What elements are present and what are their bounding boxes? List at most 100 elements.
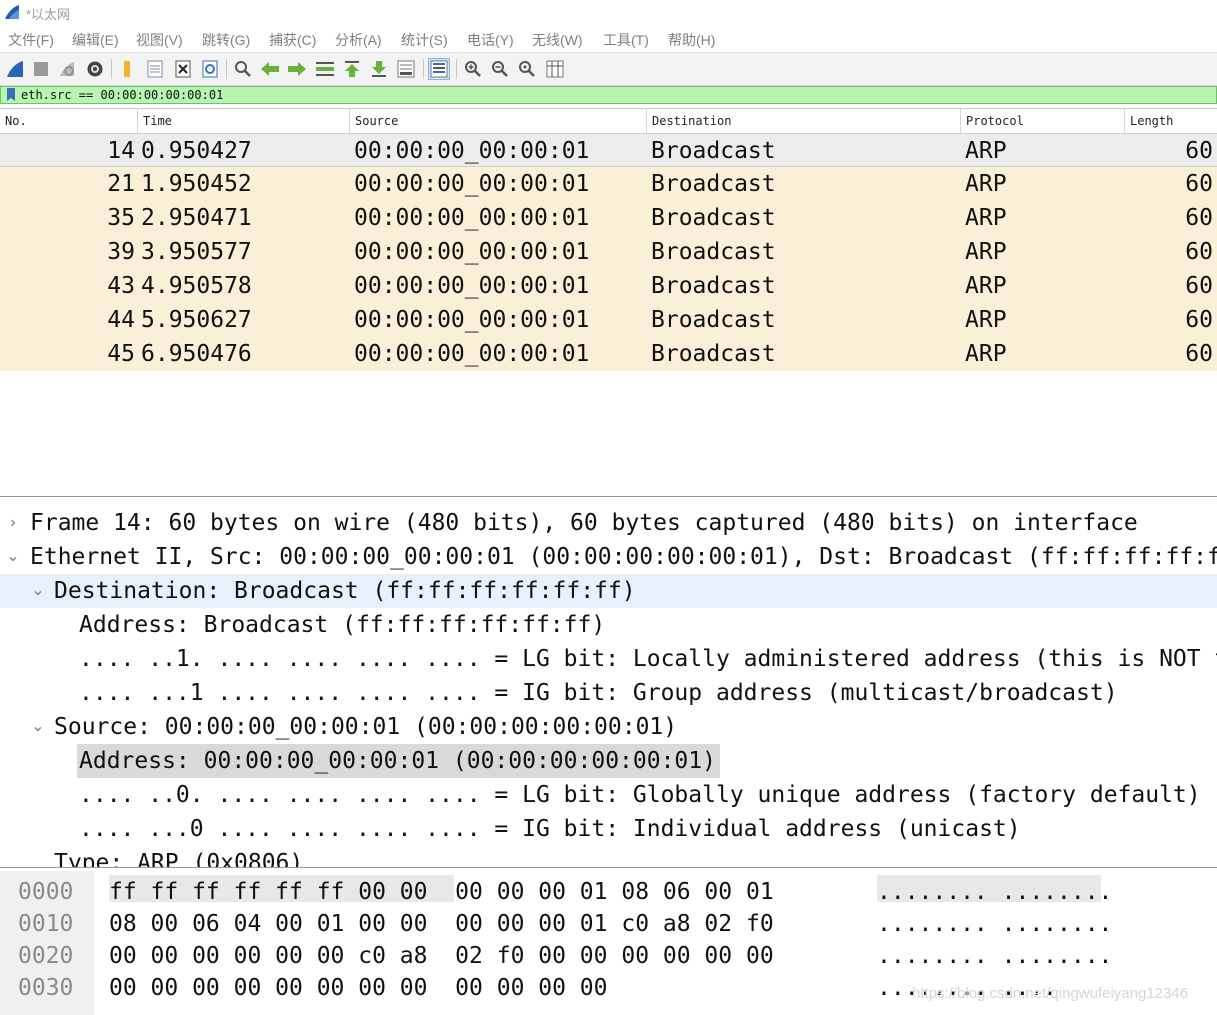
display-filter-bar: [0, 86, 1217, 104]
packet-no: 14: [107, 138, 135, 164]
find-packet-icon[interactable]: [232, 58, 254, 80]
bytes-row[interactable]: 0010 08 00 06 04 00 01 00 00 00 00 00 01…: [0, 908, 1217, 940]
packet-protocol: ARP: [965, 273, 1007, 299]
tree-item-type[interactable]: Type: ARP (0x0806): [0, 846, 1217, 868]
packet-source: 00:00:00_00:00:01: [354, 171, 590, 197]
packet-destination: Broadcast: [651, 307, 776, 333]
packet-destination: Broadcast: [651, 273, 776, 299]
tree-item-dst-ig-bit[interactable]: .... ...1 .... .... .... .... = IG bit: …: [0, 676, 1217, 710]
packet-protocol: ARP: [965, 171, 1007, 197]
collapse-arrow-icon[interactable]: ⌄: [6, 540, 20, 574]
go-last-icon[interactable]: [368, 58, 390, 80]
stop-capture-icon[interactable]: [30, 58, 52, 80]
packet-destination: Broadcast: [651, 138, 776, 164]
packet-row[interactable]: 14 0.950427 00:00:00_00:00:01 Broadcast …: [0, 133, 1217, 167]
zoom-normal-icon[interactable]: [516, 58, 538, 80]
packet-protocol: ARP: [965, 205, 1007, 231]
packet-no: 39: [107, 239, 135, 265]
column-header-length[interactable]: Length: [1124, 109, 1217, 133]
packet-no: 44: [107, 307, 135, 333]
auto-scroll-icon[interactable]: [395, 58, 417, 80]
menu-go[interactable]: 跳转(G): [202, 30, 250, 50]
packet-source: 00:00:00_00:00:01: [354, 205, 590, 231]
byte-offset: 0030: [18, 975, 74, 1001]
capture-options-icon[interactable]: [84, 58, 106, 80]
packet-row[interactable]: 43 4.950578 00:00:00_00:00:01 Broadcast …: [0, 269, 1217, 303]
tree-item-destination[interactable]: ⌄ Destination: Broadcast (ff:ff:ff:ff:ff…: [0, 574, 1217, 608]
column-header-destination[interactable]: Destination: [646, 109, 960, 133]
packet-row[interactable]: 44 5.950627 00:00:00_00:00:01 Broadcast …: [0, 303, 1217, 337]
packet-no: 45: [107, 341, 135, 367]
column-header-time[interactable]: Time: [137, 109, 349, 133]
column-header-no[interactable]: No.: [0, 109, 137, 133]
tree-item-text: Source: 00:00:00_00:00:01 (00:00:00:00:0…: [54, 714, 678, 740]
display-filter-input[interactable]: [21, 87, 1211, 103]
go-to-packet-icon[interactable]: [314, 58, 336, 80]
tree-item-frame[interactable]: › Frame 14: 60 bytes on wire (480 bits),…: [0, 506, 1217, 540]
tree-item-src-address[interactable]: Address: 00:00:00_00:00:01 (00:00:00:00:…: [0, 744, 1217, 778]
tree-item-text: Type: ARP (0x0806): [54, 850, 304, 868]
menu-help[interactable]: 帮助(H): [668, 30, 715, 50]
menu-analyze[interactable]: 分析(A): [335, 30, 382, 50]
menu-tools[interactable]: 工具(T): [603, 30, 649, 50]
byte-ascii[interactable]: ........ ........: [877, 876, 1112, 908]
packet-list-header: No. Time Source Destination Protocol Len…: [0, 109, 1217, 134]
packet-length: 60: [1185, 307, 1213, 333]
packet-source: 00:00:00_00:00:01: [354, 239, 590, 265]
menu-telephony[interactable]: 电话(Y): [467, 30, 514, 50]
packet-row[interactable]: 39 3.950577 00:00:00_00:00:01 Broadcast …: [0, 235, 1217, 269]
packet-row[interactable]: 35 2.950471 00:00:00_00:00:01 Broadcast …: [0, 201, 1217, 235]
expand-arrow-icon[interactable]: ›: [6, 506, 20, 540]
bytes-row[interactable]: 0000 ff ff ff ff ff ff 00 00 00 00 00 01…: [0, 876, 1217, 908]
menu-capture[interactable]: 捕获(C): [269, 30, 316, 50]
title-bar: *以太网: [0, 0, 1217, 24]
byte-ascii[interactable]: ........ ........: [877, 908, 1112, 940]
tree-item-text: Frame 14: 60 bytes on wire (480 bits), 6…: [30, 510, 1138, 536]
collapse-arrow-icon[interactable]: ⌄: [31, 710, 45, 744]
tree-item-source[interactable]: ⌄ Source: 00:00:00_00:00:01 (00:00:00:00…: [0, 710, 1217, 744]
menu-statistics[interactable]: 统计(S): [401, 30, 448, 50]
collapse-arrow-icon[interactable]: ⌄: [31, 574, 45, 608]
restart-capture-icon[interactable]: [56, 58, 78, 80]
zoom-in-icon[interactable]: [462, 58, 484, 80]
go-back-icon[interactable]: [259, 58, 281, 80]
colorize-icon[interactable]: [428, 58, 450, 80]
menu-edit[interactable]: 编辑(E): [72, 30, 119, 50]
tree-item-src-lg-bit[interactable]: .... ..0. .... .... .... .... = LG bit: …: [0, 778, 1217, 812]
start-capture-icon[interactable]: [4, 58, 26, 80]
reload-file-icon[interactable]: [199, 58, 221, 80]
open-file-icon[interactable]: [116, 58, 138, 80]
tree-item-dst-address[interactable]: Address: Broadcast (ff:ff:ff:ff:ff:ff): [0, 608, 1217, 642]
menu-wireless[interactable]: 无线(W): [532, 30, 583, 50]
byte-hex[interactable]: 00 00 00 00 00 00 00 00 00 00 00 00: [109, 972, 608, 1004]
tree-item-ethernet[interactable]: ⌄ Ethernet II, Src: 00:00:00_00:00:01 (0…: [0, 540, 1217, 574]
go-forward-icon[interactable]: [286, 58, 308, 80]
byte-hex[interactable]: ff ff ff ff ff ff 00 00 00 00 00 01 08 0…: [109, 876, 774, 908]
zoom-out-icon[interactable]: [489, 58, 511, 80]
close-file-icon[interactable]: [172, 58, 194, 80]
column-header-source[interactable]: Source: [349, 109, 646, 133]
bookmark-icon[interactable]: [6, 88, 16, 102]
packet-length: 60: [1185, 138, 1213, 164]
packet-row[interactable]: 45 6.950476 00:00:00_00:00:01 Broadcast …: [0, 337, 1217, 371]
byte-hex[interactable]: 08 00 06 04 00 01 00 00 00 00 00 01 c0 a…: [109, 908, 774, 940]
packet-protocol: ARP: [965, 138, 1007, 164]
tree-item-src-ig-bit[interactable]: .... ...0 .... .... .... .... = IG bit: …: [0, 812, 1217, 846]
byte-ascii[interactable]: ........ ........: [877, 940, 1112, 972]
menu-view[interactable]: 视图(V): [136, 30, 183, 50]
tree-item-text: Address: Broadcast (ff:ff:ff:ff:ff:ff): [79, 612, 606, 638]
packet-destination: Broadcast: [651, 171, 776, 197]
resize-columns-icon[interactable]: [544, 58, 566, 80]
save-file-icon[interactable]: [144, 58, 166, 80]
column-header-protocol[interactable]: Protocol: [960, 109, 1124, 133]
menu-file[interactable]: 文件(F): [8, 30, 54, 50]
packet-protocol: ARP: [965, 239, 1007, 265]
bytes-row[interactable]: 0020 00 00 00 00 00 00 c0 a8 02 f0 00 00…: [0, 940, 1217, 972]
byte-hex[interactable]: 00 00 00 00 00 00 c0 a8 02 f0 00 00 00 0…: [109, 940, 774, 972]
tree-item-dst-lg-bit[interactable]: .... ..1. .... .... .... .... = LG bit: …: [0, 642, 1217, 676]
byte-offset: 0010: [18, 911, 74, 937]
window-title: *以太网: [26, 7, 71, 22]
go-first-icon[interactable]: [341, 58, 363, 80]
packet-row[interactable]: 21 1.950452 00:00:00_00:00:01 Broadcast …: [0, 167, 1217, 201]
toolbar-separator: [111, 59, 112, 79]
